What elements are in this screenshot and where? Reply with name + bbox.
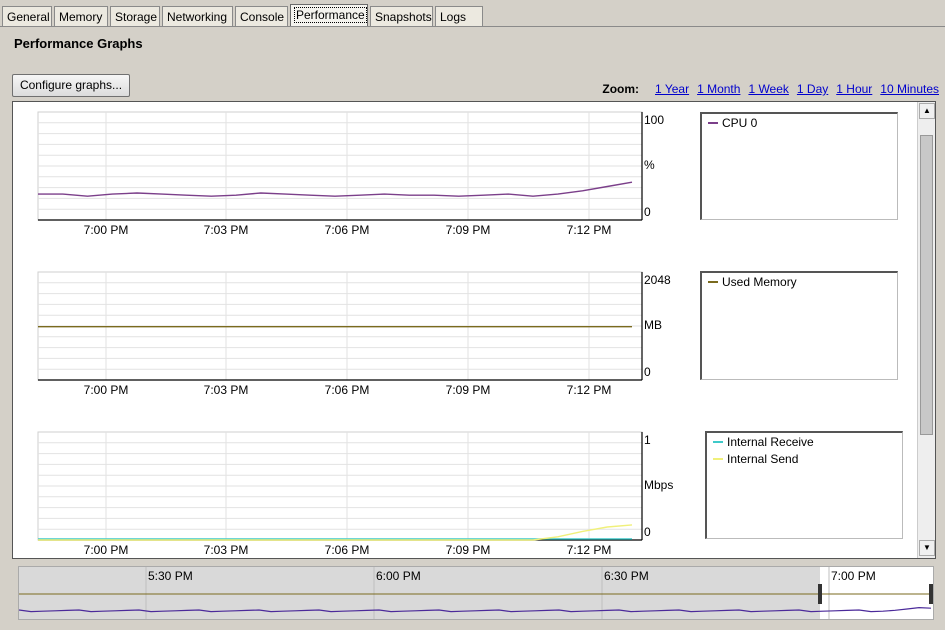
- selection-left-handle[interactable]: [818, 584, 822, 604]
- x-tick-label: 7:00 PM: [84, 383, 129, 397]
- y-axis-label: 0: [644, 525, 651, 539]
- legend-swatch-icon: [708, 121, 718, 124]
- scroll-up-icon[interactable]: ▲: [919, 103, 935, 119]
- y-axis-label: 2048: [644, 273, 671, 287]
- tab-memory[interactable]: Memory: [54, 6, 108, 27]
- overview-tick-label: 7:00 PM: [831, 569, 876, 583]
- y-axis-label: 0: [644, 205, 651, 219]
- zoom-label: Zoom:: [602, 82, 640, 96]
- timeline-overview-canvas: 5:30 PM 6:00 PM 6:30 PM 7:00 PM: [19, 567, 933, 619]
- selection-right-handle[interactable]: [929, 584, 933, 604]
- zoom-1-year-link[interactable]: 1 Year: [655, 82, 689, 96]
- x-tick-label: 7:06 PM: [325, 223, 370, 237]
- x-tick-label: 7:12 PM: [567, 223, 612, 237]
- zoom-1-week-link[interactable]: 1 Week: [748, 82, 788, 96]
- zoom-1-day-link[interactable]: 1 Day: [797, 82, 828, 96]
- legend-label: CPU 0: [722, 116, 758, 130]
- tab-label: General: [7, 10, 50, 24]
- y-axis-label: 1: [644, 433, 651, 447]
- tab-label: Performance: [294, 7, 367, 23]
- timeline-overview[interactable]: 5:30 PM 6:00 PM 6:30 PM 7:00 PM: [18, 566, 934, 620]
- legend-item: CPU 0: [708, 116, 757, 130]
- legend-box: CPU 0: [700, 112, 898, 220]
- tab-console[interactable]: Console: [235, 6, 288, 27]
- overview-tick-label: 5:30 PM: [148, 569, 193, 583]
- y-axis-label: 100: [644, 113, 664, 127]
- zoom-1-month-link[interactable]: 1 Month: [697, 82, 740, 96]
- x-tick-label: 7:03 PM: [204, 383, 249, 397]
- tab-label: Logs: [440, 10, 467, 24]
- legend-item: Internal Receive: [713, 435, 814, 449]
- legend-box: Internal Receive Internal Send: [705, 431, 903, 539]
- y-axis-label: %: [644, 158, 655, 172]
- legend-swatch-icon: [708, 280, 718, 283]
- vertical-scrollbar[interactable]: ▲ ▼: [917, 102, 935, 558]
- overview-tick-label: 6:30 PM: [604, 569, 649, 583]
- legend-box: Used Memory: [700, 271, 898, 380]
- zoom-controls: Zoom: 1 Year 1 Month 1 Week 1 Day 1 Hour 10 Mi…: [602, 82, 939, 96]
- page-title: Performance Graphs: [14, 36, 143, 51]
- tab-snapshots[interactable]: Snapshots: [370, 6, 433, 27]
- tab-label: Memory: [59, 10, 103, 24]
- x-tick-label: 7:09 PM: [446, 383, 491, 397]
- x-tick-label: 7:09 PM: [446, 223, 491, 237]
- zoom-10-minutes-link[interactable]: 10 Minutes: [880, 82, 939, 96]
- x-tick-label: 7:00 PM: [84, 223, 129, 237]
- legend-item: Internal Send: [713, 452, 798, 466]
- overview-tick-label: 6:00 PM: [376, 569, 421, 583]
- y-axis-label: MB: [644, 318, 662, 332]
- x-tick-label: 7:06 PM: [325, 543, 370, 557]
- tab-logs[interactable]: Logs: [435, 6, 483, 27]
- y-axis-label: 0: [644, 365, 651, 379]
- graphs-panel: 100% 0 7:00 PM 7:03 PM 7:06 PM 7:09 PM 7:12 PM…: [12, 101, 936, 559]
- scroll-down-icon[interactable]: ▼: [919, 540, 935, 556]
- x-tick-label: 7:06 PM: [325, 383, 370, 397]
- x-tick-label: 7:12 PM: [567, 383, 612, 397]
- x-tick-label: 7:03 PM: [204, 543, 249, 557]
- tab-label: Console: [240, 10, 285, 24]
- x-tick-label: 7:12 PM: [567, 543, 612, 557]
- tab-bar: General Memory Storage Networking Console Per…: [0, 4, 945, 27]
- tab-general[interactable]: General: [2, 6, 52, 27]
- x-tick-label: 7:03 PM: [204, 223, 249, 237]
- overview-cpu-line: [19, 606, 932, 613]
- tab-label: Storage: [115, 10, 158, 24]
- zoom-1-hour-link[interactable]: 1 Hour: [836, 82, 872, 96]
- legend-label: Internal Send: [727, 452, 799, 466]
- legend-swatch-icon: [713, 440, 723, 443]
- x-tick-label: 7:00 PM: [84, 543, 129, 557]
- tab-storage[interactable]: Storage: [110, 6, 160, 27]
- x-tick-label: 7:09 PM: [446, 543, 491, 557]
- scrollbar-thumb[interactable]: [920, 135, 933, 435]
- legend-item: Used Memory: [708, 275, 797, 289]
- tab-performance[interactable]: Performance: [290, 4, 368, 27]
- legend-label: Internal Receive: [727, 435, 814, 449]
- y-axis-label: Mbps: [644, 478, 673, 492]
- tab-label: Snapshots: [375, 10, 432, 24]
- tab-networking[interactable]: Networking: [162, 6, 233, 27]
- legend-swatch-icon: [713, 457, 723, 460]
- tab-label: Networking: [167, 10, 228, 24]
- legend-label: Used Memory: [722, 275, 797, 289]
- tab-divider: [0, 26, 945, 27]
- configure-graphs-button[interactable]: Configure graphs...: [12, 74, 130, 97]
